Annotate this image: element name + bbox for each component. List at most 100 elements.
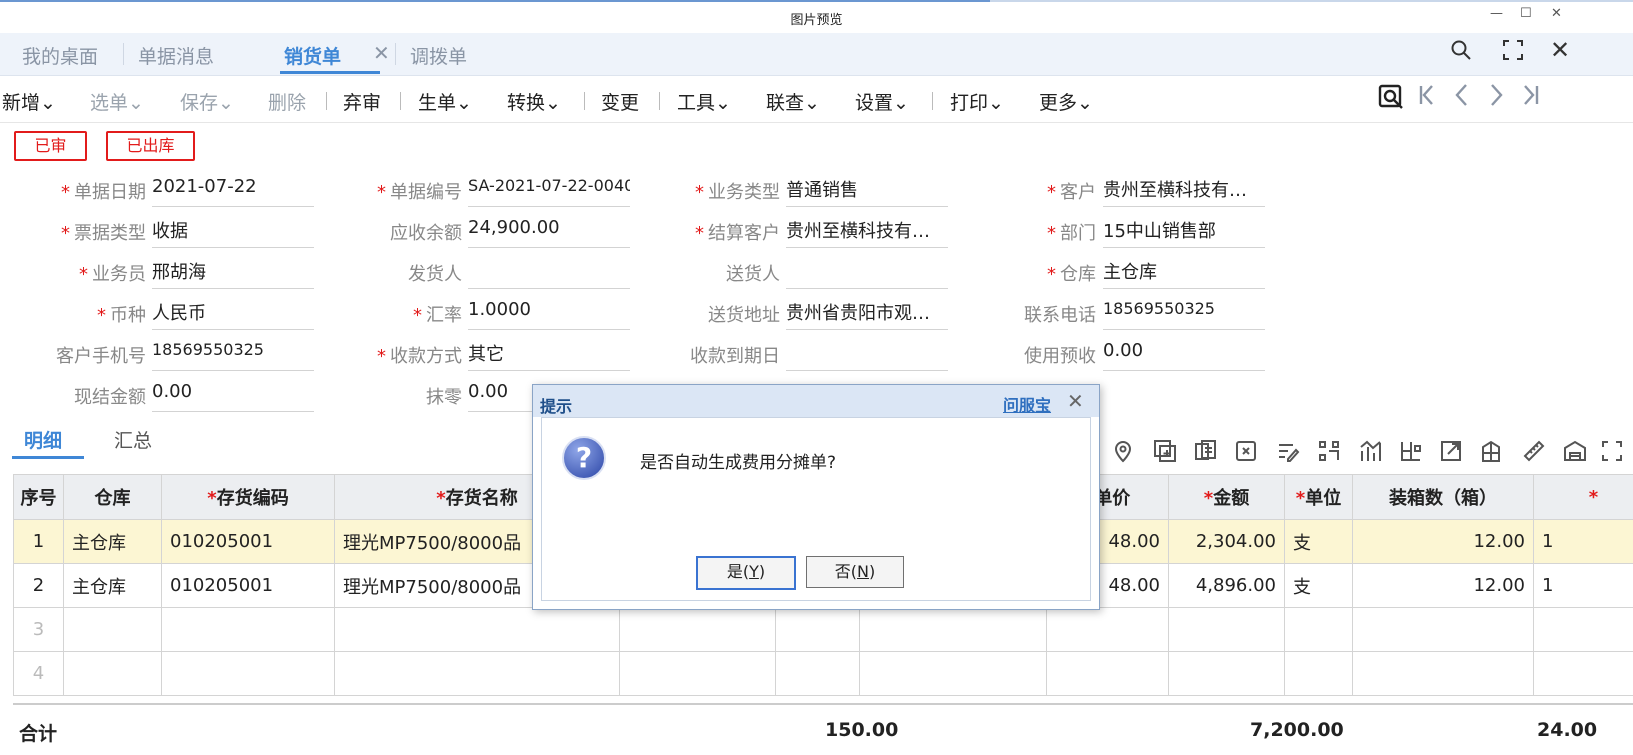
more-button[interactable]: 更多⌄ [1039, 88, 1093, 115]
unaudit-button[interactable]: 弃审 [343, 88, 381, 115]
change-button[interactable]: 变更 [601, 88, 639, 115]
prepay-field[interactable]: 0.00 [1103, 340, 1265, 371]
prev-record-icon[interactable] [1452, 82, 1472, 115]
row-extra[interactable]: 1 [1534, 564, 1633, 608]
add-button[interactable]: 新增⌄ [2, 88, 56, 115]
warehouse-icon[interactable] [1563, 439, 1587, 469]
batch-edit-icon[interactable] [1276, 439, 1300, 469]
table-row[interactable]: 4 [14, 652, 1633, 696]
totals-boxes: 24.00 [1537, 719, 1597, 741]
ruler-icon[interactable] [1522, 439, 1546, 469]
deliverer-field[interactable] [786, 258, 948, 289]
invoice-type-field[interactable]: 收据 [152, 217, 314, 248]
fullscreen-icon[interactable] [1502, 39, 1524, 67]
copy-row-icon[interactable] [1194, 439, 1218, 469]
warehouse-label: *仓库 [950, 260, 1096, 286]
status-badge-shipped: 已出库 [106, 131, 195, 161]
delete-button[interactable]: 删除 [268, 88, 306, 115]
row-amount[interactable]: 2,304.00 [1169, 520, 1285, 564]
row-warehouse[interactable]: 主仓库 [64, 520, 162, 564]
mobile-field[interactable]: 18569550325 [152, 340, 314, 371]
stats-icon[interactable] [1358, 439, 1382, 469]
split-icon[interactable] [1399, 439, 1423, 469]
rate-field[interactable]: 1.0000 [468, 299, 630, 330]
maximize-button[interactable]: ☐ [1520, 6, 1532, 21]
row-warehouse[interactable]: 主仓库 [64, 564, 162, 608]
location-icon[interactable] [1112, 439, 1134, 469]
currency-field[interactable]: 人民币 [152, 299, 314, 330]
status-badge-audited: 已审 [14, 131, 87, 161]
import-icon[interactable] [1440, 439, 1464, 469]
select-order-button[interactable]: 选单⌄ [90, 88, 144, 115]
delete-row-icon[interactable] [1235, 439, 1259, 469]
warehouse-field[interactable]: 主仓库 [1103, 258, 1265, 289]
tab-messages[interactable]: 单据消息 [138, 42, 214, 69]
tab-transfer[interactable]: 调拨单 [410, 42, 467, 69]
generate-button[interactable]: 生单⌄ [418, 88, 472, 115]
barcode-scan-icon[interactable] [1317, 439, 1341, 469]
row-boxes[interactable]: 12.00 [1353, 520, 1534, 564]
shipper-field[interactable] [468, 258, 630, 289]
search-icon[interactable] [1450, 39, 1472, 67]
row-extra[interactable]: 1 [1534, 520, 1633, 564]
cash-amount-field[interactable]: 0.00 [152, 381, 314, 412]
col-item-code: *存货编码 [162, 475, 335, 520]
address-field[interactable]: 贵州省贵阳市观… [786, 299, 948, 330]
preview-search-icon[interactable] [1378, 84, 1404, 117]
col-seq: 序号 [14, 475, 64, 520]
close-window-button[interactable]: ✕ [1551, 6, 1562, 21]
print-button[interactable]: 打印⌄ [950, 88, 1004, 115]
dialog-help-link[interactable]: 问服宝 [1003, 392, 1051, 416]
doc-date-field[interactable]: 2021-07-22 [152, 176, 314, 207]
col-amount: *金额 [1169, 475, 1285, 520]
col-boxes: 装箱数（箱） [1353, 475, 1534, 520]
expand-icon[interactable] [1600, 439, 1624, 469]
no-button[interactable]: 否(N) [806, 556, 904, 588]
tab-sales-order[interactable]: 销货单 [284, 42, 341, 69]
invoice-type-label: *票据类型 [0, 219, 146, 245]
doc-no-field[interactable]: SA-2021-07-22-0040 [468, 176, 630, 207]
tab-desktop[interactable]: 我的桌面 [22, 42, 98, 69]
layout-icon[interactable] [1481, 439, 1505, 469]
due-date-field[interactable] [786, 340, 948, 371]
prepay-label: 使用预收 [950, 342, 1096, 368]
subtab-summary[interactable]: 汇总 [114, 426, 152, 453]
row-item-code[interactable]: 010205001 [162, 520, 335, 564]
minimize-button[interactable]: — [1490, 6, 1503, 21]
deliverer-label: 送货人 [632, 260, 780, 286]
pay-method-field[interactable]: 其它 [468, 340, 630, 371]
row-seq: 1 [14, 520, 64, 564]
row-amount[interactable]: 4,896.00 [1169, 564, 1285, 608]
customer-field[interactable]: 贵州至横科技有… [1103, 176, 1265, 207]
address-label: 送货地址 [632, 301, 780, 327]
save-button[interactable]: 保存⌄ [180, 88, 234, 115]
settle-customer-field[interactable]: 贵州至横科技有… [786, 217, 948, 248]
insert-row-icon[interactable] [1153, 439, 1177, 469]
convert-button[interactable]: 转换⌄ [507, 88, 561, 115]
window-titlebar: 图片预览 — ☐ ✕ [0, 2, 1633, 33]
tools-button[interactable]: 工具⌄ [677, 88, 731, 115]
dialog-close-icon[interactable]: ✕ [1067, 389, 1084, 413]
settings-button[interactable]: 设置⌄ [855, 88, 909, 115]
salesman-field[interactable]: 邢胡海 [152, 258, 314, 289]
phone-field[interactable]: 18569550325 [1103, 299, 1265, 330]
toolbar: 新增⌄ 选单⌄ 保存⌄ 删除 弃审 生单⌄ 转换⌄ 变更 工具⌄ 联查⌄ 设置⌄… [0, 76, 1633, 123]
currency-label: *币种 [0, 301, 146, 327]
yes-button[interactable]: 是(Y) [696, 556, 796, 590]
link-query-button[interactable]: 联查⌄ [766, 88, 820, 115]
next-record-icon[interactable] [1486, 82, 1506, 115]
first-record-icon[interactable] [1418, 82, 1438, 115]
subtab-detail[interactable]: 明细 [24, 426, 62, 453]
tab-bar: 我的桌面 单据消息 销货单 ✕ 调拨单 ✕ [0, 33, 1633, 76]
close-app-icon[interactable]: ✕ [1550, 36, 1570, 64]
dept-field[interactable]: 15中山销售部 [1103, 217, 1265, 248]
row-item-code[interactable]: 010205001 [162, 564, 335, 608]
totals-label: 合计 [19, 719, 57, 746]
biz-type-field[interactable]: 普通销售 [786, 176, 948, 207]
last-record-icon[interactable] [1520, 82, 1540, 115]
tab-close-icon[interactable]: ✕ [373, 41, 390, 65]
table-row[interactable]: 3 [14, 608, 1633, 652]
row-boxes[interactable]: 12.00 [1353, 564, 1534, 608]
row-unit[interactable]: 支 [1285, 564, 1353, 608]
row-unit[interactable]: 支 [1285, 520, 1353, 564]
